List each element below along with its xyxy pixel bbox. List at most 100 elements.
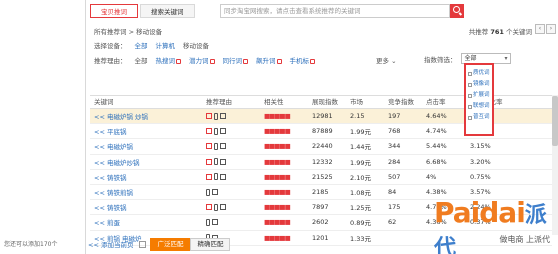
match-checkbox[interactable] — [139, 240, 147, 248]
market-price: 2.10元 — [350, 173, 371, 182]
col-relevance[interactable]: 相关性 — [264, 96, 312, 108]
table-row[interactable]: << 电磁炉锅 ■■■■■ 22440 1.44元 344 5.44% 3.15% — [90, 139, 552, 155]
click-rate: 5.44% — [426, 142, 447, 151]
hot-tag-icon — [206, 158, 212, 165]
hot-tag-icon — [206, 128, 212, 135]
checkbox-icon — [468, 115, 472, 120]
reason-icons — [206, 142, 264, 150]
competition-index: 768 — [388, 127, 401, 136]
tab-recommend[interactable]: 宝贝推词 — [90, 4, 138, 18]
checkbox-icon — [468, 82, 472, 87]
image-icon — [220, 158, 226, 165]
chevron-down-icon: ⌄ — [391, 57, 397, 65]
checkbox-icon — [468, 104, 472, 109]
reason-option-rising[interactable]: 飙升词 — [256, 55, 282, 65]
click-rate: 4% — [426, 172, 437, 181]
search-button[interactable] — [450, 4, 464, 18]
exact-match-button[interactable]: 精确匹配 — [190, 237, 231, 251]
checkbox-icon — [468, 93, 472, 98]
competition-index: 284 — [388, 157, 401, 166]
reason-option-all[interactable]: 全部 — [135, 55, 148, 65]
keyword-link[interactable]: << 铸铁锅 — [90, 202, 206, 212]
reason-filter: 推荐理由： 全部 热搜词 潜力词 同行词 飙升词 手机标 — [94, 55, 315, 65]
market-price: 0.89元 — [350, 219, 371, 228]
device-option-mobile[interactable]: 移动设备 — [183, 40, 209, 50]
paidai-watermark-logo: Paidai派代 做电商 上派代 — [434, 196, 550, 254]
popup-item-quality[interactable]: 质优词 — [468, 68, 490, 79]
breadcrumb: 所有推荐词 > 移动设备 — [94, 28, 163, 36]
broad-match-button[interactable]: 广泛匹配 — [150, 237, 191, 251]
tab-bar: 宝贝推词 搜索关键词 — [90, 4, 197, 18]
impression-index: 87889 — [312, 127, 333, 136]
reason-icons — [206, 188, 264, 196]
market-price: 1.99元 — [350, 128, 371, 137]
relevance-bar: ■■■■■ — [264, 172, 291, 181]
relevance-bar: ■■■■■ — [264, 218, 291, 227]
click-rate: 4.38% — [426, 188, 447, 197]
keyword-link[interactable]: << 电磁炉炒锅 — [90, 157, 206, 167]
add-current-page-link[interactable]: << 添加当前页 — [88, 239, 133, 249]
reason-option-potential[interactable]: 潜力词 — [189, 55, 215, 65]
image-icon — [220, 113, 226, 120]
tab-search-keywords[interactable]: 搜索关键词 — [140, 4, 195, 18]
keyword-link[interactable]: << 电磁炉锅 — [90, 141, 206, 151]
market-price: 1.25元 — [350, 204, 371, 213]
keyword-link[interactable]: << 铸铁锅 — [90, 172, 206, 182]
col-impressions[interactable]: 展现指数 — [312, 96, 350, 108]
image-icon — [220, 143, 226, 150]
image-icon — [220, 128, 226, 135]
table-row[interactable]: << 铸铁锅 ■■■■■ 21525 2.10元 507 4% 0.75% — [90, 170, 552, 185]
competition-index: 175 — [388, 203, 401, 212]
relevance-bar: ■■■■■ — [264, 188, 291, 197]
popup-item-common[interactable]: 普互词 — [468, 112, 490, 123]
impression-index: 2185 — [312, 188, 329, 197]
device-filter: 选择设备： 全部 计算机 移动设备 — [94, 40, 209, 50]
table-row[interactable]: << 电磁炉炒锅 ■■■■■ 12332 1.99元 284 6.68% 3.20% — [90, 155, 552, 170]
mobile-badge-icon — [310, 58, 315, 64]
image-icon — [220, 173, 226, 180]
keyword-link[interactable]: << 电磁炉锅 炒锅 — [90, 111, 206, 121]
search-input[interactable]: 同步淘宝网搜索，请点击查看系统推荐的关键词 — [220, 4, 450, 18]
popup-item-mirror[interactable]: 镜像词 — [468, 79, 490, 90]
phone-icon — [206, 218, 210, 226]
competition-index: 507 — [388, 172, 401, 181]
checkbox-icon — [468, 71, 472, 76]
reason-option-mobile[interactable]: 手机标 — [290, 55, 315, 65]
competition-index: 344 — [388, 142, 401, 151]
relevance-bar: ■■■■■ — [264, 142, 291, 151]
col-market[interactable]: 市场 — [350, 96, 388, 108]
impression-index: 7897 — [312, 203, 329, 212]
index-filter-label: 指数筛选： — [424, 55, 457, 64]
popup-item-associate[interactable]: 联想词 — [468, 101, 490, 112]
col-reason: 推荐理由 — [206, 98, 232, 106]
market-price: 1.08元 — [350, 189, 371, 198]
relevance-bar: ■■■■■ — [264, 127, 291, 136]
device-option-all[interactable]: 全部 — [135, 40, 148, 50]
conversion-rate: 3.15% — [470, 142, 491, 151]
reason-option-peer[interactable]: 同行词 — [223, 55, 248, 65]
hot-tag-icon — [206, 204, 212, 211]
total-count: 共推荐 761 个关键词 — [468, 28, 532, 36]
keyword-link[interactable]: << 平底锅 — [90, 126, 206, 136]
keyword-link[interactable]: << 煎蛋 — [90, 217, 206, 227]
reason-option-hot[interactable]: 热搜词 — [156, 55, 181, 65]
device-option-computer[interactable]: 计算机 — [156, 40, 176, 50]
scrollbar-thumb[interactable] — [552, 96, 558, 146]
more-toggle[interactable]: 更多 ⌄ — [376, 55, 397, 65]
col-competition[interactable]: 竞争指数 — [388, 96, 426, 108]
next-arrow-button[interactable]: › — [546, 24, 556, 34]
reason-icons — [206, 127, 264, 135]
hot-tag-icon — [206, 113, 212, 120]
phone-icon — [214, 127, 218, 135]
reason-icons — [206, 112, 264, 120]
keyword-link[interactable]: << 铸铁煎锅 — [90, 187, 206, 197]
competition-index: 197 — [388, 112, 401, 121]
competition-index: 62 — [388, 218, 397, 227]
prev-arrow-button[interactable]: ‹ — [535, 24, 545, 34]
conversion-rate: 3.20% — [470, 157, 491, 166]
popup-item-expand[interactable]: 扩展词 — [468, 90, 490, 101]
phone-icon — [214, 142, 218, 150]
device-filter-label: 选择设备： — [94, 42, 127, 50]
conversion-rate: 3.57% — [470, 188, 491, 197]
col-keyword[interactable]: 关键词 — [90, 96, 206, 108]
